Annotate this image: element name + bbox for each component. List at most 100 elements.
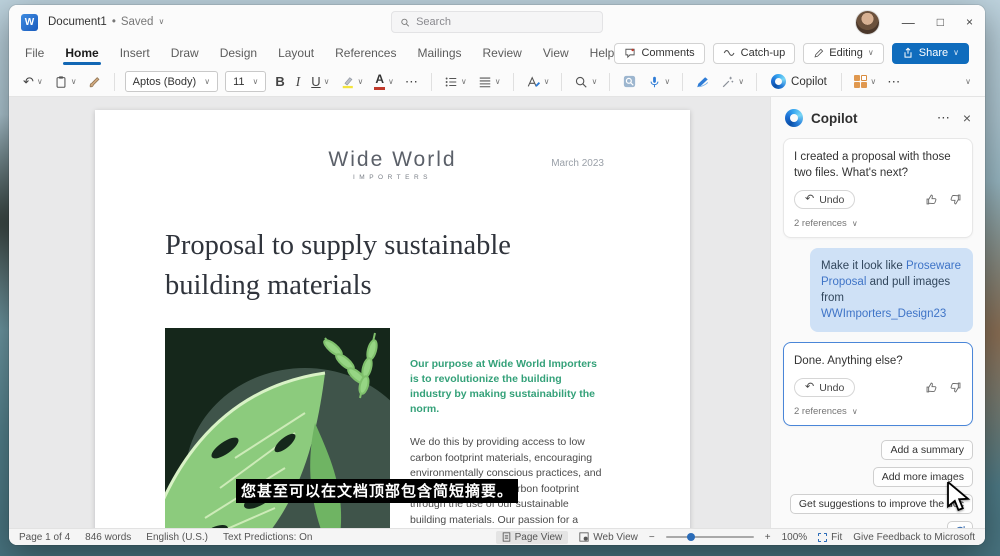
tab-layout[interactable]: Layout bbox=[278, 41, 314, 66]
catchup-button[interactable]: Catch-up bbox=[713, 43, 796, 64]
page-view-button[interactable]: Page View bbox=[496, 531, 569, 544]
blue-pen-icon bbox=[695, 75, 710, 89]
more-options-icon[interactable]: ⋯ bbox=[937, 110, 951, 126]
chevron-down-icon: ∨ bbox=[591, 78, 597, 86]
copilot-panel: Copilot ⋯ × I created a proposal with th… bbox=[770, 97, 985, 528]
copilot-title: Copilot bbox=[811, 111, 858, 126]
chip-add-summary[interactable]: Add a summary bbox=[881, 440, 973, 460]
paste-button[interactable]: ∨ bbox=[52, 73, 79, 91]
styles-button[interactable]: ∨ bbox=[524, 73, 552, 91]
zoom-out-button[interactable]: − bbox=[649, 532, 655, 543]
brush-icon bbox=[88, 75, 102, 89]
format-painter-button[interactable] bbox=[86, 73, 104, 91]
zoom-slider[interactable] bbox=[666, 536, 754, 538]
chevron-down-icon: ∨ bbox=[738, 78, 744, 86]
divider bbox=[114, 73, 115, 91]
divider bbox=[609, 73, 610, 91]
overflow-button[interactable]: ⋯ bbox=[885, 72, 903, 92]
undo-icon: ↶ bbox=[805, 382, 814, 393]
document-canvas[interactable]: Wide World IMPORTERS March 2023 Proposal… bbox=[9, 97, 770, 528]
document-title-menu[interactable]: Document1 • Saved ∨ bbox=[48, 16, 164, 28]
bold-button[interactable]: B bbox=[273, 72, 286, 91]
text-predictions-indicator[interactable]: Text Predictions: On bbox=[223, 532, 312, 543]
tab-references[interactable]: References bbox=[335, 41, 396, 66]
tab-help[interactable]: Help bbox=[590, 41, 615, 66]
editor-button[interactable] bbox=[620, 72, 639, 91]
language-indicator[interactable]: English (U.S.) bbox=[146, 532, 208, 543]
highlight-button[interactable]: ∨ bbox=[339, 73, 366, 91]
font-size-dropdown[interactable]: 11 ∨ bbox=[225, 71, 266, 92]
chevron-down-icon: ∨ bbox=[544, 78, 550, 86]
share-button[interactable]: Share ∨ bbox=[892, 43, 969, 64]
undo-button[interactable]: ↶ Undo bbox=[794, 378, 855, 397]
font-name-dropdown[interactable]: Aptos (Body) ∨ bbox=[125, 71, 218, 92]
thumbs-up-icon[interactable] bbox=[925, 381, 938, 394]
underline-button[interactable]: U ∨ bbox=[309, 72, 331, 91]
tab-mailings[interactable]: Mailings bbox=[417, 41, 461, 66]
wave-icon bbox=[723, 48, 736, 58]
user-avatar[interactable] bbox=[855, 10, 880, 35]
microphone-icon bbox=[648, 75, 661, 89]
references-toggle[interactable]: 2 references ∨ bbox=[794, 406, 962, 417]
find-button[interactable]: ∨ bbox=[572, 73, 599, 91]
share-icon bbox=[902, 47, 914, 59]
tab-home[interactable]: Home bbox=[65, 41, 98, 66]
draft-pen-button[interactable] bbox=[693, 73, 712, 91]
document-page[interactable]: Wide World IMPORTERS March 2023 Proposal… bbox=[95, 110, 690, 528]
editing-mode-dropdown[interactable]: Editing ∨ bbox=[803, 43, 884, 64]
line-spacing-button[interactable]: ∨ bbox=[476, 73, 503, 91]
tab-insert[interactable]: Insert bbox=[120, 41, 150, 66]
copilot-icon bbox=[785, 109, 803, 127]
collapse-ribbon-button[interactable]: ∨ bbox=[963, 76, 973, 88]
chevron-down-icon: ∨ bbox=[953, 49, 959, 57]
thumbs-down-icon[interactable] bbox=[949, 381, 962, 394]
chevron-down-icon: ∨ bbox=[204, 78, 210, 86]
word-count[interactable]: 846 words bbox=[85, 532, 131, 543]
zoom-slider-thumb[interactable] bbox=[687, 533, 695, 541]
search-input[interactable] bbox=[416, 16, 594, 28]
undo-button[interactable]: ↶ ∨ bbox=[21, 73, 45, 90]
minimize-button[interactable]: — bbox=[902, 16, 915, 29]
chevron-down-icon: ∨ bbox=[37, 78, 43, 86]
dictate-button[interactable]: ∨ bbox=[646, 73, 672, 91]
close-button[interactable]: × bbox=[966, 16, 973, 28]
file-link[interactable]: WWImporters_Design23 bbox=[821, 308, 946, 320]
fit-button[interactable]: Fit bbox=[818, 532, 842, 543]
copilot-ribbon-button[interactable]: Copilot bbox=[767, 72, 831, 91]
chevron-down-icon: ∨ bbox=[495, 78, 501, 86]
add-ins-icon bbox=[854, 75, 868, 89]
copilot-header: Copilot ⋯ × bbox=[785, 109, 971, 127]
thumbs-down-icon[interactable] bbox=[949, 193, 962, 206]
search-box[interactable] bbox=[391, 11, 603, 33]
zoom-level[interactable]: 100% bbox=[782, 532, 808, 543]
undo-icon: ↶ bbox=[23, 75, 34, 88]
word-app-icon: W bbox=[21, 14, 38, 31]
autoformat-button[interactable]: ∨ bbox=[719, 73, 746, 91]
comments-button[interactable]: Comments bbox=[614, 43, 704, 64]
chevron-down-icon: ∨ bbox=[253, 78, 259, 86]
chevron-down-icon: ∨ bbox=[870, 78, 876, 86]
tab-file[interactable]: File bbox=[25, 41, 44, 66]
title-separator: • bbox=[112, 16, 116, 28]
tab-draw[interactable]: Draw bbox=[171, 41, 199, 66]
font-color-button[interactable]: A ∨ bbox=[372, 71, 396, 91]
references-toggle[interactable]: 2 references ∨ bbox=[794, 218, 962, 229]
tab-view[interactable]: View bbox=[543, 41, 569, 66]
thumbs-up-icon[interactable] bbox=[925, 193, 938, 206]
divider bbox=[682, 73, 683, 91]
add-ins-button[interactable]: ∨ bbox=[852, 73, 878, 91]
web-view-button[interactable]: Web View bbox=[579, 532, 638, 543]
italic-button[interactable]: I bbox=[294, 72, 303, 92]
undo-button[interactable]: ↶ Undo bbox=[794, 190, 855, 209]
caption-overlay: 您甚至可以在文档顶部包含简短摘要。 bbox=[236, 479, 518, 503]
feedback-link[interactable]: Give Feedback to Microsoft bbox=[853, 532, 975, 543]
zoom-in-button[interactable]: + bbox=[765, 532, 771, 543]
page-indicator[interactable]: Page 1 of 4 bbox=[19, 532, 70, 543]
close-panel-icon[interactable]: × bbox=[963, 110, 971, 126]
bullets-button[interactable]: ∨ bbox=[442, 73, 469, 91]
page-view-icon bbox=[502, 532, 511, 542]
more-formatting-button[interactable]: ⋯ bbox=[403, 72, 421, 92]
tab-review[interactable]: Review bbox=[483, 41, 522, 66]
maximize-button[interactable]: □ bbox=[937, 16, 944, 28]
tab-design[interactable]: Design bbox=[220, 41, 257, 66]
